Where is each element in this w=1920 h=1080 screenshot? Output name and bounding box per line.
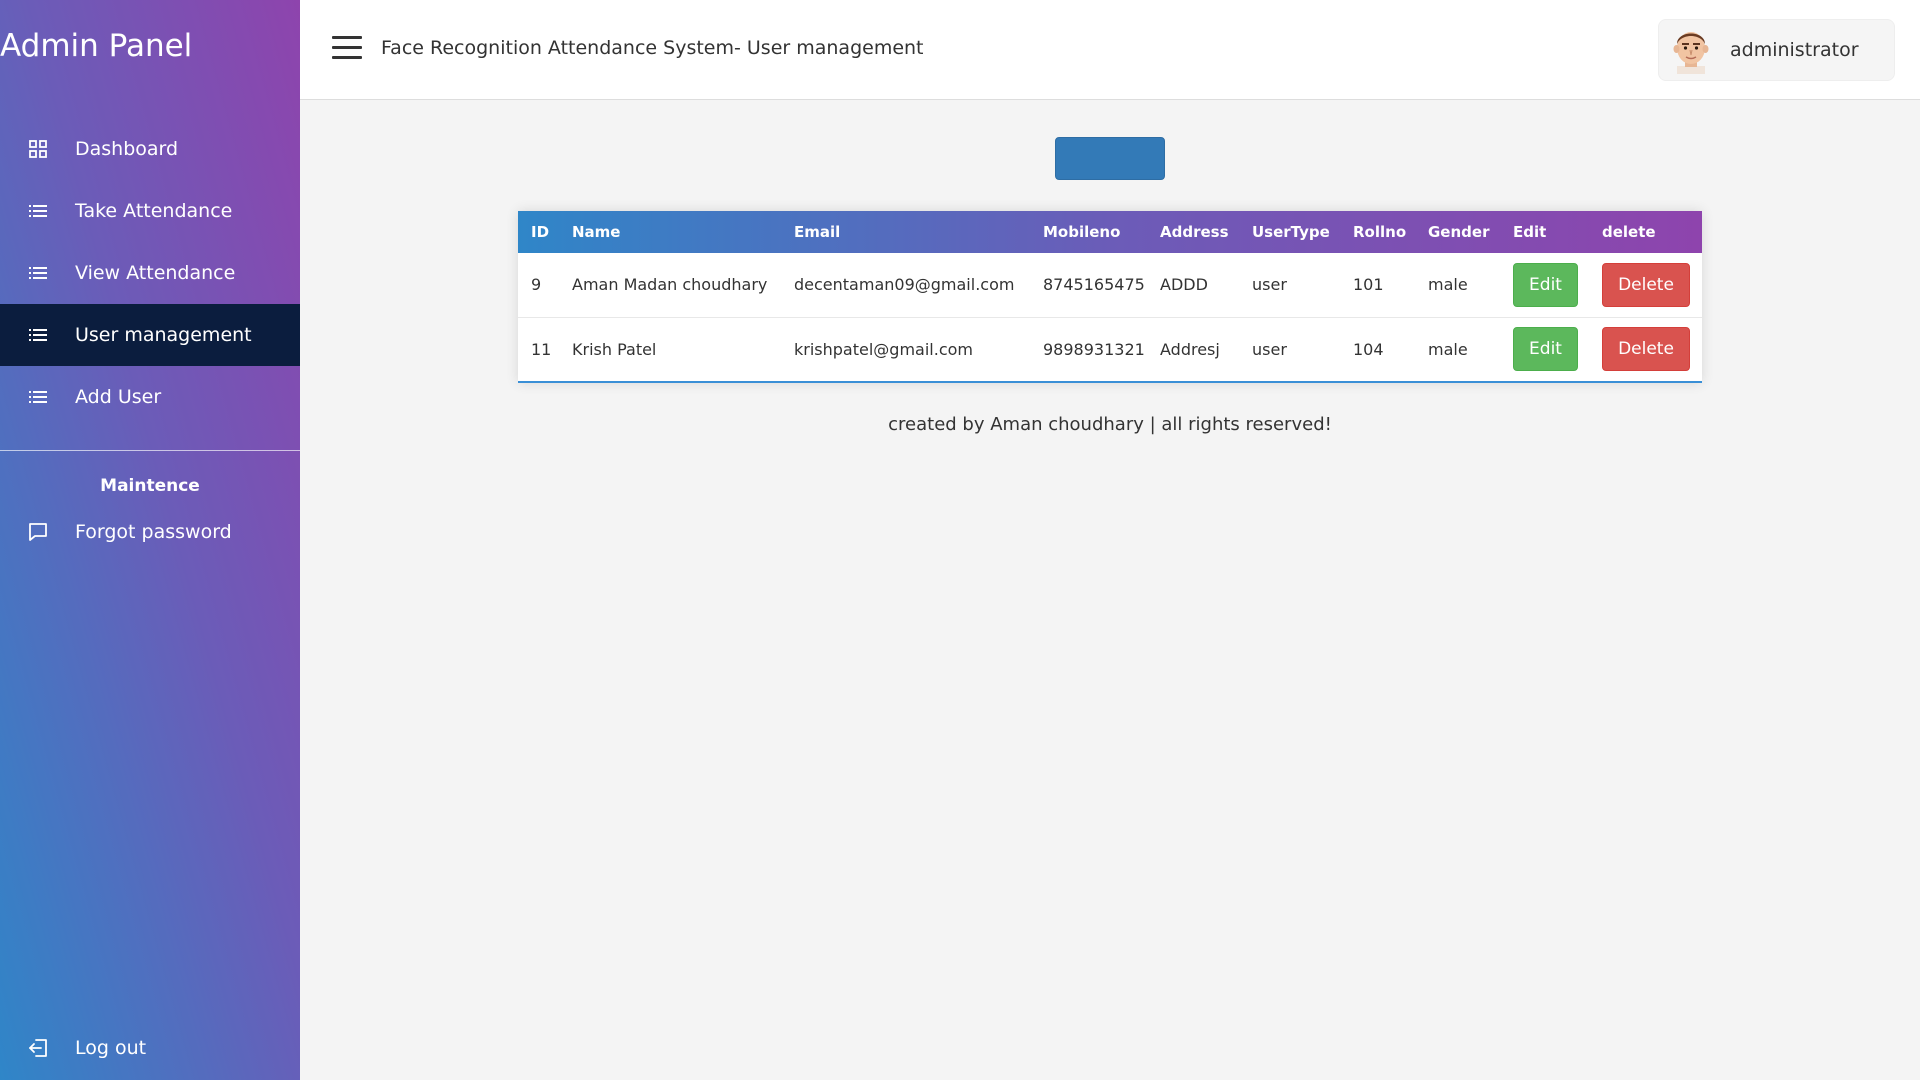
sidebar-item-label: Forgot password <box>75 521 232 543</box>
sidebar-item-add-user[interactable]: Add User <box>0 366 300 428</box>
sidebar: Admin Panel Dashboard Take Attendance Vi… <box>0 0 300 1080</box>
column-header: delete <box>1602 223 1656 241</box>
cell-gender: male <box>1428 339 1468 359</box>
sidebar-nav: Dashboard Take Attendance View Attendanc… <box>0 118 300 428</box>
list-icon <box>28 325 48 345</box>
cell-mobile: 9898931321 <box>1043 339 1145 359</box>
chat-icon <box>28 522 48 542</box>
sidebar-item-label: Log out <box>75 1037 147 1059</box>
sidebar-item-label: User management <box>75 324 252 346</box>
cell-id: 11 <box>531 339 552 359</box>
table-header-row: ID Name Email Mobileno Address UserType … <box>518 211 1702 253</box>
sidebar-item-view-attendance[interactable]: View Attendance <box>0 242 300 304</box>
cell-address: Addresj <box>1160 339 1220 359</box>
cell-rollno: 104 <box>1353 339 1384 359</box>
edit-button[interactable]: Edit <box>1513 327 1578 372</box>
cell-edit: Edit <box>1500 253 1589 318</box>
column-header: Address <box>1160 223 1229 241</box>
sidebar-item-logout[interactable]: Log out <box>0 1017 300 1079</box>
sidebar-divider <box>0 450 300 451</box>
menu-toggle-icon[interactable] <box>332 36 362 60</box>
delete-button[interactable]: Delete <box>1602 262 1690 307</box>
delete-button[interactable]: Delete <box>1602 327 1690 372</box>
cell-rollno: 101 <box>1340 253 1415 318</box>
primary-action-button[interactable] <box>1055 137 1165 180</box>
top-bar: Face Recognition Attendance System- User… <box>300 0 1920 100</box>
cell-name: Aman Madan choudhary <box>559 253 781 318</box>
sidebar-item-forgot-password[interactable]: Forgot password <box>0 501 300 563</box>
sidebar-item-label: Add User <box>75 386 162 408</box>
cell-email: decentaman09@gmail.com <box>781 253 1030 318</box>
page-title: Face Recognition Attendance System- User… <box>381 37 924 59</box>
sidebar-item-user-management[interactable]: User management <box>0 304 300 366</box>
footer-text: created by Aman choudhary | all rights r… <box>888 414 1332 435</box>
cell-usertype: user <box>1239 253 1340 318</box>
cell-name: Krish Patel <box>572 339 657 359</box>
user-profile-menu[interactable]: administrator <box>1658 19 1895 81</box>
cell-id: 9 <box>518 253 559 318</box>
list-icon <box>28 201 48 221</box>
table-row: 9 Aman Madan choudhary decentaman09@gmai… <box>518 253 1702 318</box>
list-icon <box>28 387 48 407</box>
sidebar-item-label: Take Attendance <box>75 200 233 222</box>
cell-gender: male <box>1415 253 1500 318</box>
column-header: Email <box>794 223 841 241</box>
sidebar-item-label: View Attendance <box>75 262 236 284</box>
user-name: administrator <box>1730 39 1859 61</box>
cell-delete: Delete <box>1589 253 1702 318</box>
cell-email: krishpatel@gmail.com <box>794 339 973 359</box>
sidebar-item-label: Dashboard <box>75 138 179 160</box>
column-header: Mobileno <box>1043 223 1121 241</box>
column-header: Rollno <box>1353 223 1407 241</box>
edit-button[interactable]: Edit <box>1513 262 1578 307</box>
cell-edit: Edit <box>1500 317 1589 381</box>
cell-delete: Delete <box>1589 317 1702 381</box>
column-header: Name <box>572 223 621 241</box>
sidebar-item-dashboard[interactable]: Dashboard <box>0 118 300 180</box>
users-table: ID Name Email Mobileno Address UserType … <box>518 211 1702 383</box>
column-header: ID <box>531 223 550 241</box>
sidebar-item-take-attendance[interactable]: Take Attendance <box>0 180 300 242</box>
logout-icon <box>28 1038 48 1058</box>
column-header: UserType <box>1252 223 1330 241</box>
column-header: Edit <box>1513 223 1547 241</box>
avatar <box>1669 26 1713 74</box>
section-title-maintenance: Maintence <box>100 476 200 496</box>
column-header: Gender <box>1428 223 1490 241</box>
grid-icon <box>28 139 48 159</box>
brand-title: Admin Panel <box>0 28 193 64</box>
list-icon <box>28 263 48 283</box>
cell-address: ADDD <box>1147 253 1239 318</box>
cell-mobile: 8745165475 <box>1030 253 1147 318</box>
table-row: 11 Krish Patel krishpatel@gmail.com 9898… <box>518 317 1702 381</box>
cell-usertype: user <box>1252 339 1287 359</box>
